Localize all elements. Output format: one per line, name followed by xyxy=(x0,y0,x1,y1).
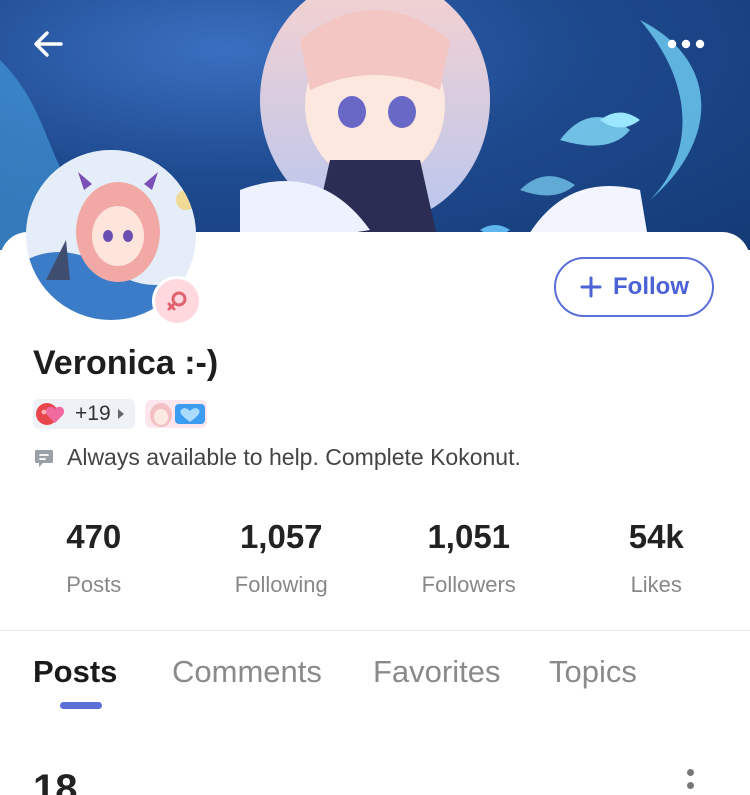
follow-button[interactable]: Follow xyxy=(554,257,714,317)
stat-value: 1,057 xyxy=(188,518,376,556)
arrow-left-icon xyxy=(31,27,65,61)
female-icon xyxy=(165,289,189,313)
stat-label: Following xyxy=(188,572,376,598)
back-button[interactable] xyxy=(24,22,72,66)
gender-badge xyxy=(152,276,202,326)
heart-badge-icon xyxy=(35,399,71,429)
character-badge[interactable] xyxy=(145,400,207,428)
section-divider xyxy=(0,630,750,631)
stats-row: 470 Posts 1,057 Following 1,051 Follower… xyxy=(0,518,750,598)
tab-favorites[interactable]: Favorites xyxy=(373,654,500,690)
stat-value: 470 xyxy=(0,518,188,556)
badge-count: +19 xyxy=(75,402,111,426)
more-horizontal-icon xyxy=(666,38,706,50)
stat-label: Followers xyxy=(375,572,563,598)
stat-likes[interactable]: 54k Likes xyxy=(563,518,750,598)
tab-comments[interactable]: Comments xyxy=(172,654,322,690)
stat-label: Likes xyxy=(563,572,750,598)
bio-text: Always available to help. Complete Kokon… xyxy=(67,444,521,471)
follow-label: Follow xyxy=(613,273,689,301)
more-vertical-icon[interactable] xyxy=(676,769,704,795)
stat-label: Posts xyxy=(0,572,188,598)
tab-posts[interactable]: Posts xyxy=(33,654,117,690)
stat-followers[interactable]: 1,051 Followers xyxy=(375,518,563,598)
chevron-right-icon xyxy=(115,407,127,421)
stat-value: 54k xyxy=(563,518,750,556)
plus-icon xyxy=(579,275,603,299)
post-preview[interactable]: 18 xyxy=(0,755,750,795)
active-tab-indicator xyxy=(60,702,102,709)
badge-row[interactable]: +19 xyxy=(33,398,207,430)
stat-value: 1,051 xyxy=(375,518,563,556)
profile-name: Veronica :-) xyxy=(33,344,218,383)
post-preview-count: 18 xyxy=(33,767,78,795)
stat-following[interactable]: 1,057 Following xyxy=(188,518,376,598)
badge-group[interactable]: +19 xyxy=(33,399,135,429)
chat-bubble-icon xyxy=(33,447,55,469)
profile-tabs: Posts Comments Favorites Topics xyxy=(0,654,750,714)
tab-topics[interactable]: Topics xyxy=(549,654,637,690)
stat-posts[interactable]: 470 Posts xyxy=(0,518,188,598)
bio-row: Always available to help. Complete Kokon… xyxy=(33,444,521,471)
more-options-button[interactable] xyxy=(662,22,710,66)
